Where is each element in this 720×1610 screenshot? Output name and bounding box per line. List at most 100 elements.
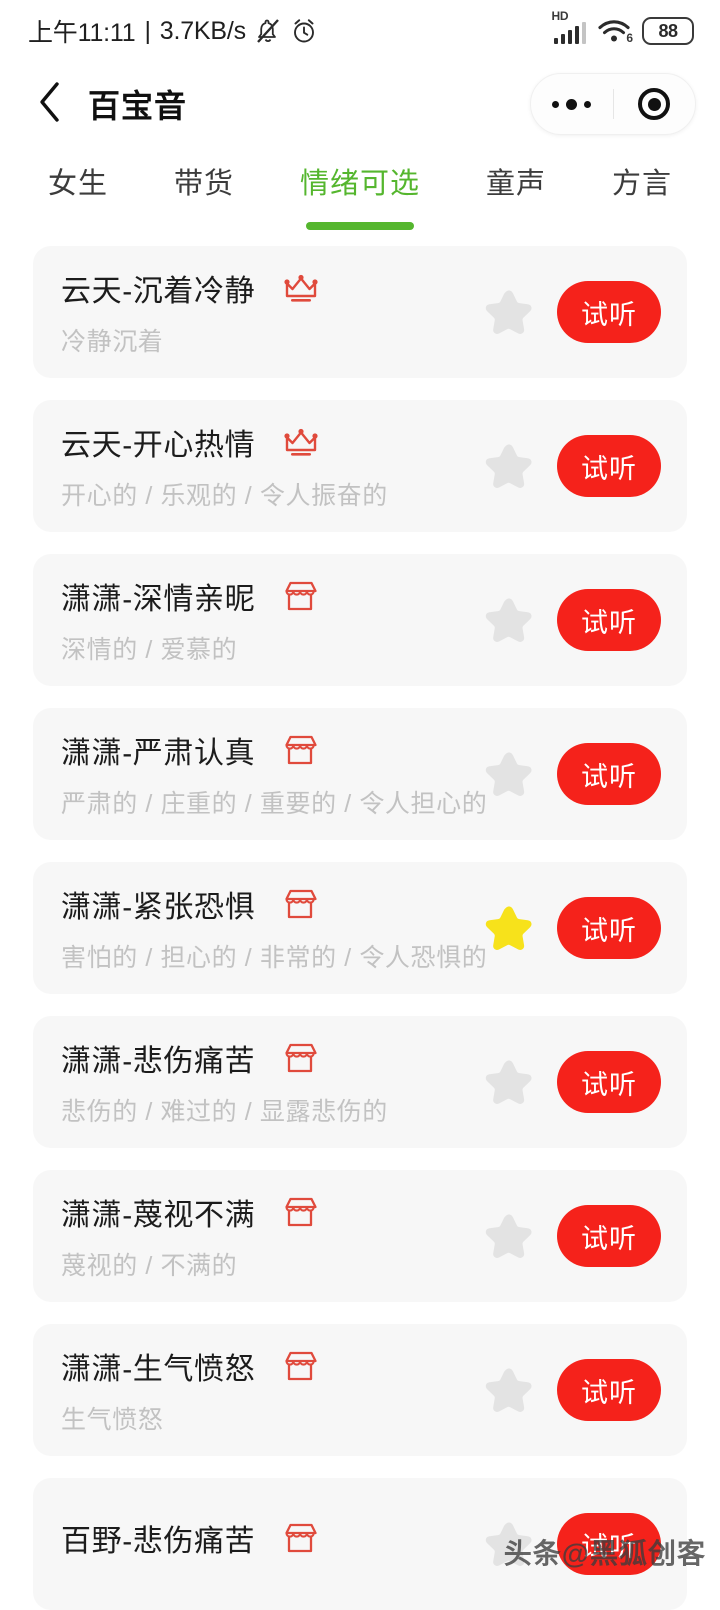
star-outline-icon[interactable]	[483, 595, 535, 645]
voice-list-item[interactable]: 百野-悲伤痛苦 试听	[33, 1478, 687, 1610]
star-outline-icon[interactable]	[483, 1519, 535, 1569]
voice-item-title: 潇潇-深情亲昵	[61, 583, 256, 616]
preview-listen-button[interactable]: 试听	[557, 435, 661, 497]
shop-icon	[283, 1042, 319, 1074]
status-net-speed: 3.7KB/s	[159, 16, 246, 45]
alarm-clock-icon	[290, 17, 318, 45]
voice-item-actions: 试听	[483, 281, 687, 343]
shop-icon	[283, 734, 319, 766]
voice-item-title: 潇潇-生气愤怒	[61, 1353, 256, 1386]
tab-label: 带货	[173, 168, 234, 200]
star-outline-icon[interactable]	[483, 287, 535, 337]
tab-dialect[interactable]: 方言	[608, 160, 676, 202]
voice-item-subtitle: 深情的 / 爱慕的	[61, 636, 238, 664]
preview-listen-button[interactable]: 试听	[557, 897, 661, 959]
voice-item-actions: 试听	[483, 743, 687, 805]
cellular-signal-icon: HD	[552, 9, 586, 44]
voice-item-texts: 云天-开心热情开心的 / 乐观的 / 令人振奋的	[61, 420, 483, 512]
voice-item-title: 云天-沉着冷静	[61, 275, 256, 308]
voice-list: 云天-沉着冷静 冷静沉着 试听 云天-开心热情 开心的 / 乐观的 / 令人振奋的 试听潇…	[0, 246, 720, 1610]
preview-listen-button[interactable]: 试听	[557, 589, 661, 651]
voice-item-actions: 试听	[483, 435, 687, 497]
voice-item-title: 潇潇-严肃认真	[61, 737, 256, 770]
preview-listen-button[interactable]: 试听	[557, 1205, 661, 1267]
voice-item-actions: 试听	[483, 1359, 687, 1421]
status-separator: |	[144, 16, 151, 45]
wifi-icon: 6	[597, 18, 633, 45]
voice-item-title-row: 潇潇-严肃认真	[61, 728, 483, 772]
voice-item-title-row: 潇潇-蔑视不满	[61, 1190, 483, 1234]
shop-icon	[283, 1522, 319, 1554]
bell-muted-icon	[255, 17, 281, 45]
voice-item-texts: 潇潇-严肃认真严肃的 / 庄重的 / 重要的 / 令人担心的	[61, 728, 488, 820]
preview-listen-button[interactable]: 试听	[557, 1513, 661, 1575]
voice-item-actions: 试听	[483, 897, 687, 959]
status-bar-left: 上午11:11 | 3.7KB/s	[28, 13, 318, 49]
voice-item-subtitle: 蔑视的 / 不满的	[61, 1252, 238, 1280]
voice-item-subtitle: 严肃的 / 庄重的 / 重要的 / 令人担心的	[61, 790, 488, 818]
voice-item-texts: 潇潇-深情亲昵深情的 / 爱慕的	[61, 574, 483, 666]
voice-item-subtitle: 开心的 / 乐观的 / 令人振奋的	[61, 482, 388, 510]
hd-label: HD	[551, 9, 569, 23]
voice-item-title-row: 潇潇-悲伤痛苦	[61, 1036, 483, 1080]
crown-icon	[283, 272, 319, 304]
active-tab-indicator	[305, 222, 414, 230]
battery-indicator: 88	[642, 17, 694, 45]
more-menu-button[interactable]	[531, 74, 613, 134]
voice-list-item[interactable]: 潇潇-紧张恐惧害怕的 / 担心的 / 非常的 / 令人恐惧的 试听	[33, 862, 687, 994]
status-bar: 上午11:11 | 3.7KB/s HD 6 88	[0, 0, 720, 62]
star-outline-icon[interactable]	[483, 1057, 535, 1107]
crown-icon	[283, 426, 319, 458]
tab-label: 情绪可选	[299, 168, 420, 200]
voice-item-subtitle: 冷静沉着	[61, 328, 164, 356]
battery-level: 88	[658, 20, 678, 41]
voice-item-title: 云天-开心热情	[61, 429, 256, 462]
voice-item-title: 百野-悲伤痛苦	[61, 1525, 256, 1558]
voice-item-texts: 潇潇-悲伤痛苦 悲伤的 / 难过的 / 显露悲伤的	[61, 1036, 483, 1128]
nav-bar: 百宝音	[0, 62, 720, 146]
voice-list-item[interactable]: 潇潇-悲伤痛苦 悲伤的 / 难过的 / 显露悲伤的 试听	[33, 1016, 687, 1148]
star-filled-icon[interactable]	[483, 903, 535, 953]
preview-listen-button[interactable]: 试听	[557, 281, 661, 343]
shop-icon	[283, 1350, 319, 1382]
tab-child-voice[interactable]: 童声	[482, 160, 550, 202]
close-miniprogram-button[interactable]	[614, 74, 696, 134]
voice-list-item[interactable]: 潇潇-生气愤怒生气愤怒 试听	[33, 1324, 687, 1456]
wifi-generation-label: 6	[626, 31, 633, 45]
preview-listen-button[interactable]: 试听	[557, 1359, 661, 1421]
star-outline-icon[interactable]	[483, 749, 535, 799]
star-outline-icon[interactable]	[483, 1365, 535, 1415]
page-title: 百宝音	[88, 88, 188, 124]
status-time: 上午11:11	[28, 19, 136, 47]
category-tabs: 女生 带货 情绪可选 童声 方言	[0, 146, 720, 246]
back-button[interactable]	[26, 78, 74, 130]
more-dots-icon	[552, 98, 592, 110]
miniprogram-capsule	[530, 73, 696, 135]
voice-list-item[interactable]: 潇潇-深情亲昵深情的 / 爱慕的 试听	[33, 554, 687, 686]
tab-ecommerce[interactable]: 带货	[170, 160, 238, 202]
star-outline-icon[interactable]	[483, 1211, 535, 1261]
voice-list-item[interactable]: 云天-沉着冷静冷静沉着 试听	[33, 246, 687, 378]
voice-list-item[interactable]: 潇潇-严肃认真严肃的 / 庄重的 / 重要的 / 令人担心的 试听	[33, 708, 687, 840]
voice-item-title-row: 潇潇-深情亲昵	[61, 574, 483, 618]
voice-item-subtitle: 生气愤怒	[61, 1406, 164, 1434]
voice-item-title-row: 潇潇-生气愤怒	[61, 1344, 483, 1388]
status-bar-right: HD 6 88	[552, 9, 694, 45]
shop-icon	[283, 888, 319, 920]
voice-item-title: 潇潇-紧张恐惧	[61, 891, 256, 924]
voice-item-title: 潇潇-悲伤痛苦	[61, 1045, 256, 1078]
voice-list-item[interactable]: 潇潇-蔑视不满蔑视的 / 不满的 试听	[33, 1170, 687, 1302]
star-outline-icon[interactable]	[483, 441, 535, 491]
voice-item-title-row: 云天-沉着冷静	[61, 266, 483, 310]
voice-item-title-row: 百野-悲伤痛苦	[61, 1516, 483, 1560]
voice-item-texts: 云天-沉着冷静冷静沉着	[61, 266, 483, 358]
preview-listen-button[interactable]: 试听	[557, 1051, 661, 1113]
voice-item-title-row: 潇潇-紧张恐惧	[61, 882, 483, 926]
voice-item-subtitle: 害怕的 / 担心的 / 非常的 / 令人恐惧的	[61, 944, 488, 972]
voice-item-title-row: 云天-开心热情	[61, 420, 483, 464]
preview-listen-button[interactable]: 试听	[557, 743, 661, 805]
voice-list-item[interactable]: 云天-开心热情开心的 / 乐观的 / 令人振奋的 试听	[33, 400, 687, 532]
tab-emotion-optional[interactable]: 情绪可选	[296, 160, 424, 230]
tab-female-voice[interactable]: 女生	[44, 160, 112, 202]
shop-icon	[283, 580, 319, 612]
